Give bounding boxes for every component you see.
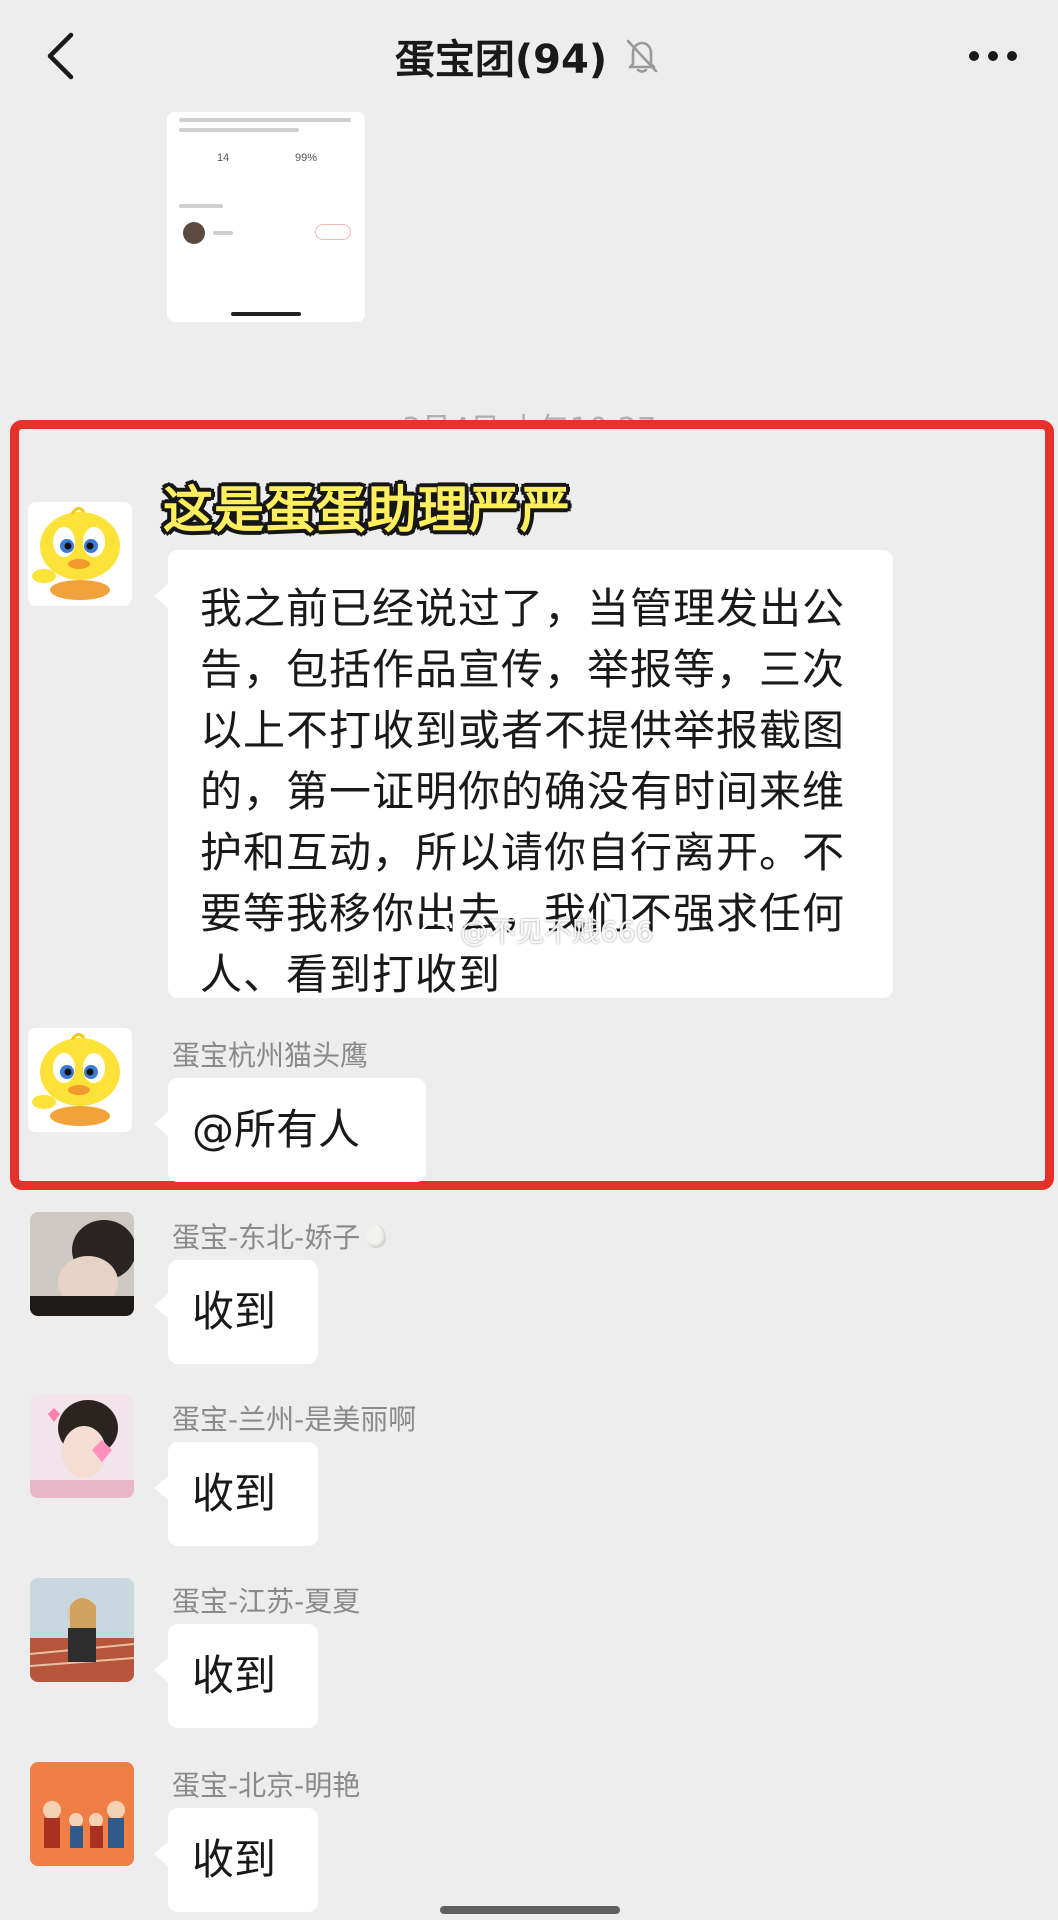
caption-label: 这是蛋蛋助理严严 (163, 481, 571, 539)
message-bubble[interactable]: 收到 (154, 1260, 318, 1364)
thumb-pill-button (315, 224, 351, 240)
message-bubble[interactable]: 收到 (154, 1808, 318, 1912)
thumb-avatar (183, 222, 205, 244)
thumb-text-line (179, 118, 351, 122)
thumb-stat-1: 14 (217, 152, 230, 164)
avatar-user[interactable] (30, 1394, 134, 1498)
title-area: 蛋宝团(94) (0, 26, 1058, 86)
weibo-watermark: @不见不贱666 (420, 910, 653, 950)
chat-screen: 蛋宝团(94) 14 99% 3月 (0, 0, 1058, 1920)
thumb-stat-2: 99% (295, 152, 318, 164)
thumb-text-line (213, 231, 233, 235)
sender-name: 蛋宝-北京-明艳 (172, 1769, 361, 1802)
home-indicator (440, 1906, 620, 1914)
egg-icon (366, 1224, 387, 1248)
message-bubble[interactable]: 收到 (154, 1624, 318, 1728)
sender-name: 蛋宝-江苏-夏夏 (172, 1585, 361, 1618)
sender-name: 蛋宝杭州猫头鹰 (172, 1039, 369, 1072)
message-bubble[interactable]: @所有人 (154, 1078, 426, 1182)
avatar-user[interactable] (30, 1212, 134, 1316)
bell-off-icon (625, 37, 663, 75)
avatar-tweety[interactable] (28, 1028, 132, 1132)
watermark-text: @不见不贱666 (460, 915, 654, 948)
avatar-tweety[interactable] (28, 502, 132, 606)
message-bubble[interactable]: 收到 (154, 1442, 318, 1546)
chat-title: 蛋宝团(94) (394, 37, 608, 83)
avatar-user[interactable] (30, 1578, 134, 1682)
sender-name: 蛋宝-兰州-是美丽啊 (172, 1403, 417, 1436)
thumb-home-indicator (231, 312, 301, 316)
more-options-button[interactable] (958, 28, 1028, 84)
shared-image-message[interactable]: 14 99% (167, 112, 365, 322)
sender-name-text: 蛋宝-东北-娇子 (172, 1221, 361, 1254)
weibo-icon (420, 919, 453, 943)
ellipsis-icon (969, 51, 1017, 61)
avatar-user[interactable] (30, 1762, 134, 1866)
chat-header: 蛋宝团(94) (0, 0, 1058, 112)
thumb-text-line (179, 128, 299, 132)
sender-name: 蛋宝-东北-娇子 (172, 1216, 387, 1256)
thumb-text-line (179, 204, 223, 208)
